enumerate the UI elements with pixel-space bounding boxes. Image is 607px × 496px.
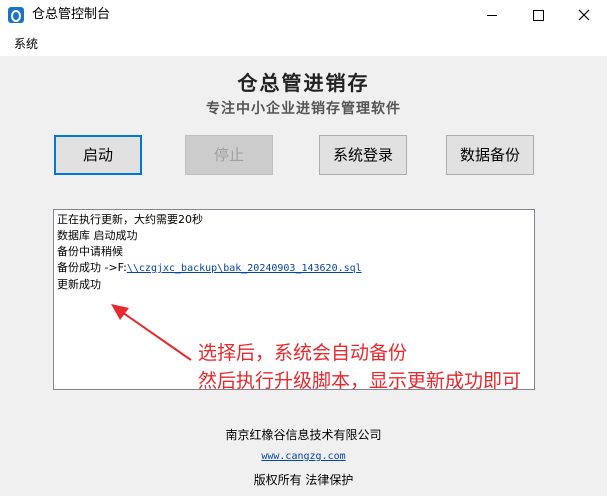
app-title: 仓总管进销存 (237, 71, 370, 95)
annotation-line-2: 然后执行升级脚本，显示更新成功即可 (198, 370, 522, 392)
window-title: 仓总管控制台 (32, 7, 111, 22)
backup-path-link[interactable]: \\czgjxc_backup\bak_20240903_143620.sql (127, 263, 362, 274)
log-line: 备份中请稍候 (57, 245, 123, 258)
minimize-button[interactable] (469, 0, 515, 31)
menu-bar: 系统 (0, 31, 607, 56)
log-line: 数据库 启动成功 (57, 229, 138, 242)
log-line-backup: 备份成功 ->F:\\czgjxc_backup\bak_20240903_14… (57, 260, 531, 277)
system-login-button[interactable]: 系统登录 (319, 135, 407, 175)
website-link[interactable]: www.cangzg.com (0, 450, 607, 464)
maximize-icon (533, 10, 544, 21)
annotation-line-1: 选择后，系统会自动备份 (198, 342, 408, 364)
close-icon (578, 9, 590, 21)
start-button[interactable]: 启动 (54, 135, 142, 175)
stop-button[interactable]: 停止 (185, 135, 273, 175)
menu-item-system[interactable]: 系统 (14, 37, 38, 51)
data-backup-button[interactable]: 数据备份 (446, 135, 534, 175)
log-line: 正在执行更新，大约需要20秒 (57, 213, 203, 226)
log-line: 更新成功 (57, 278, 101, 291)
minimize-icon (487, 15, 497, 16)
maximize-button[interactable] (515, 0, 561, 31)
app-subtitle: 专注中小企业进销存管理软件 (206, 101, 401, 117)
app-icon (8, 7, 24, 23)
copyright-text: 版权所有 法律保护 (253, 473, 354, 487)
backup-prefix: 备份成功 ->F: (57, 261, 127, 274)
company-name: 南京红橡谷信息技术有限公司 (225, 428, 382, 442)
title-bar[interactable]: 仓总管控制台 (0, 0, 607, 31)
red-arrow-icon (111, 304, 192, 361)
close-button[interactable] (561, 0, 607, 31)
